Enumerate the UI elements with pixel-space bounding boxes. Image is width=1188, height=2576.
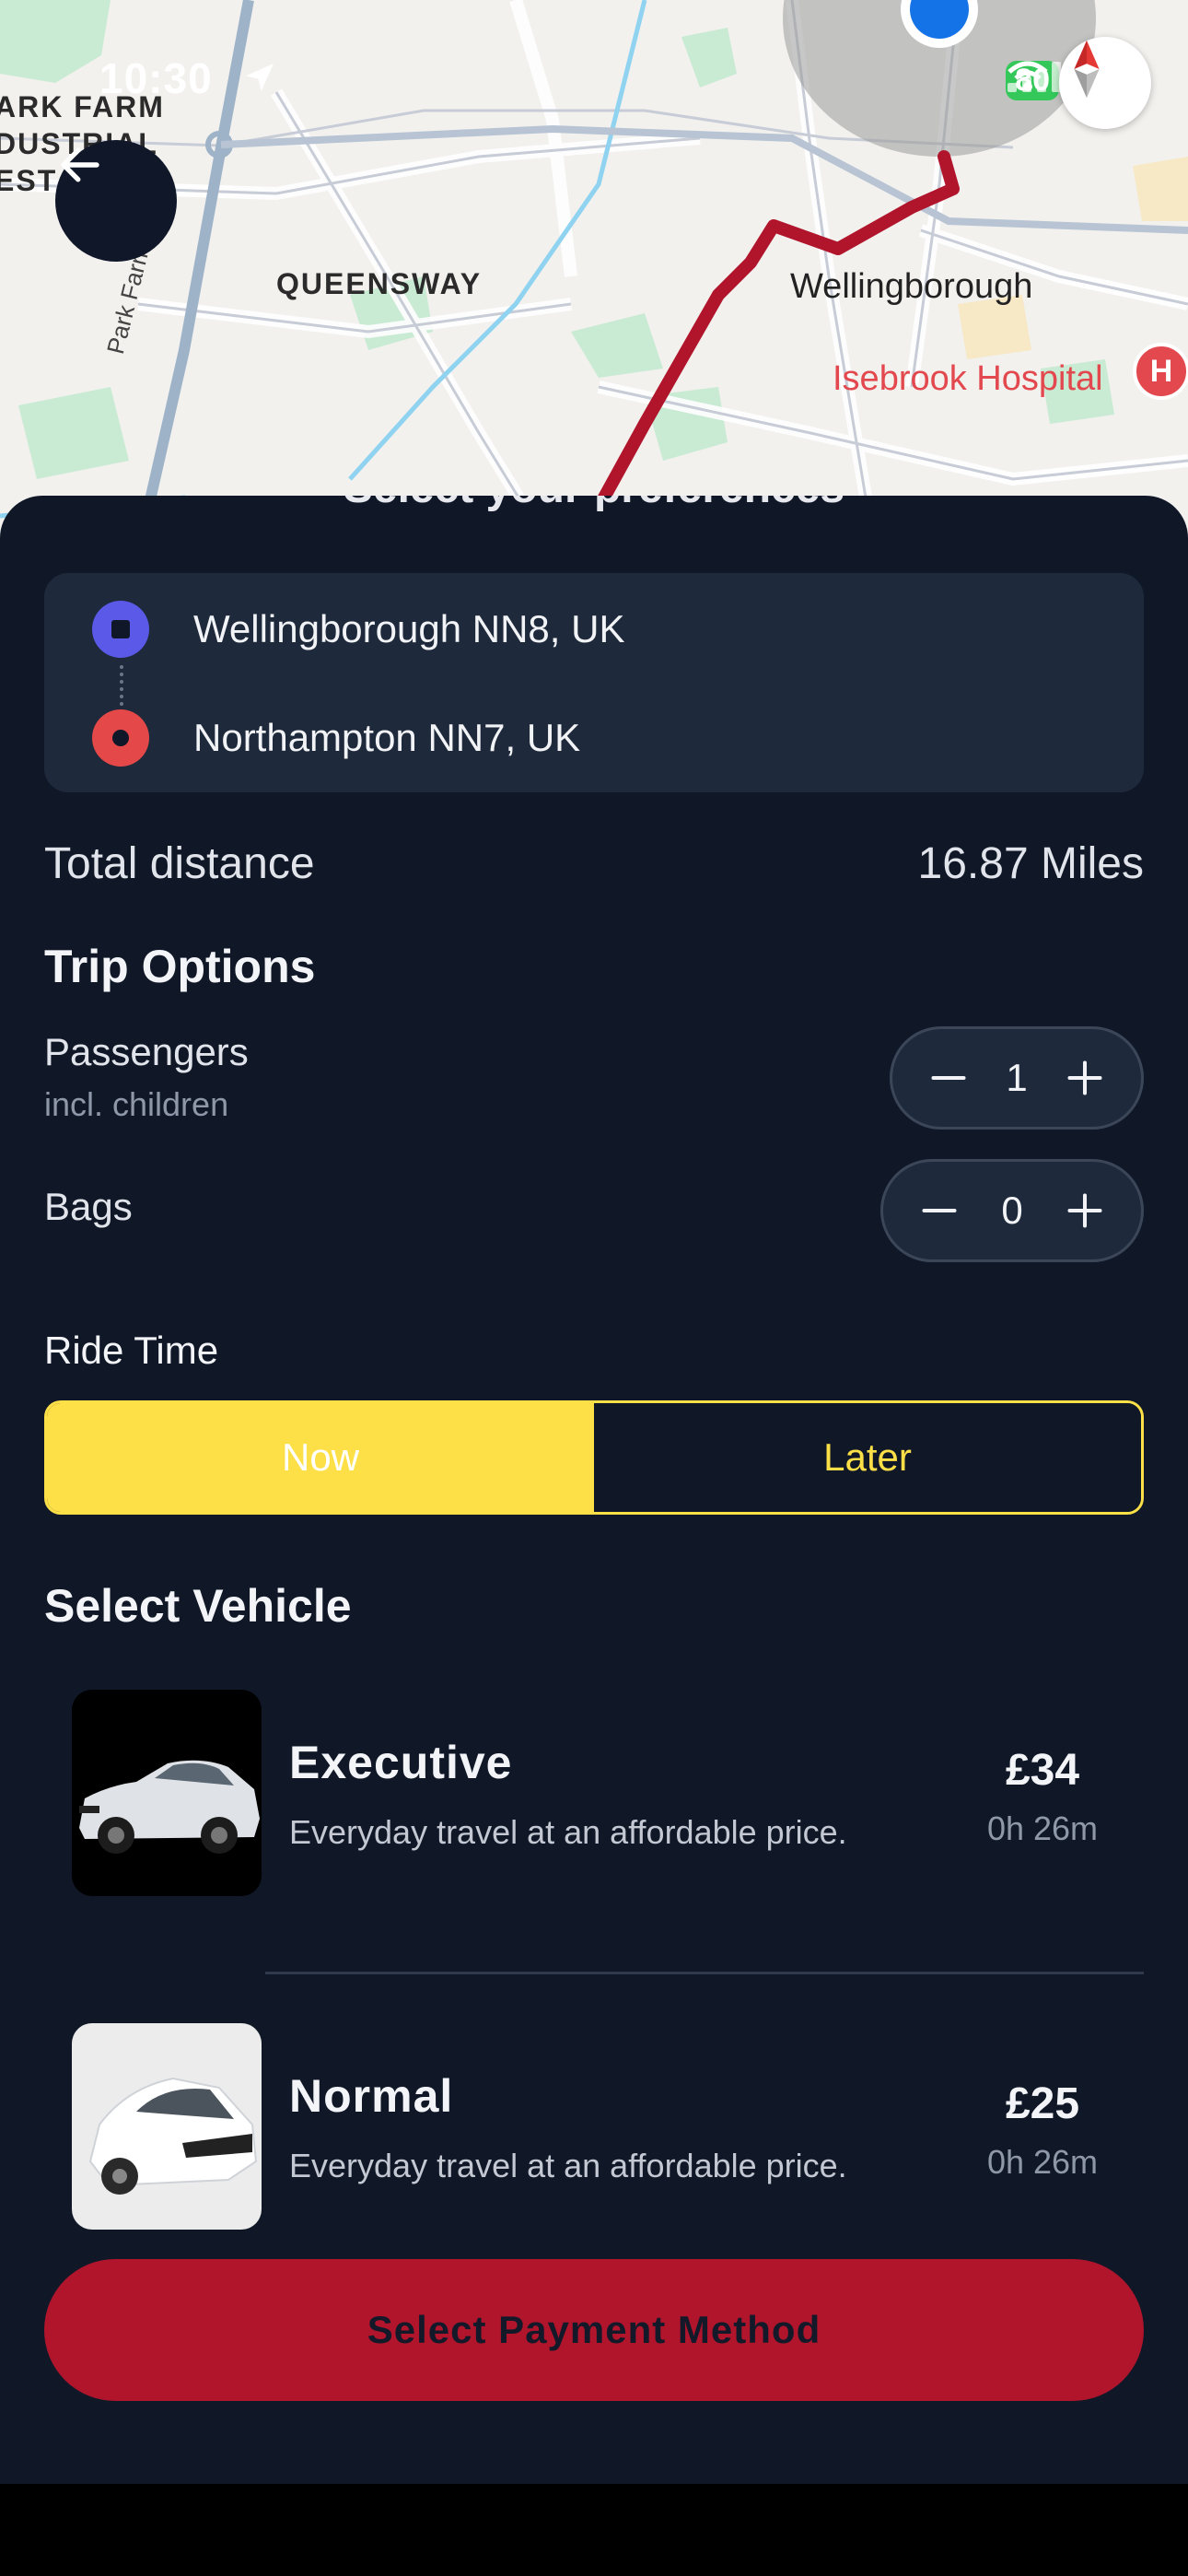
ride-time-title: Ride Time (44, 1329, 219, 1372)
status-icons: 80 (1006, 61, 1062, 100)
home-indicator-area (0, 2484, 1188, 2576)
bags-increment-button[interactable] (1060, 1186, 1110, 1235)
ride-time-later-option[interactable]: Later (594, 1403, 1141, 1512)
status-time: 10:30 (99, 54, 213, 102)
vehicle-eta: 0h 26m (986, 2143, 1099, 2181)
wifi-icon (1007, 61, 1048, 91)
select-payment-method-button[interactable]: Select Payment Method (44, 2259, 1144, 2401)
select-vehicle-title: Select Vehicle (44, 1580, 352, 1632)
destination-address: Northampton NN7, UK (193, 716, 581, 759)
vehicle-thumbnail (72, 2023, 262, 2230)
vehicle-name: Normal (289, 2070, 454, 2122)
passengers-sublabel: incl. children (44, 1085, 229, 1123)
bags-stepper[interactable]: 0 (880, 1159, 1144, 1262)
bags-label: Bags (44, 1185, 133, 1228)
destination-marker-icon (92, 709, 149, 767)
map-label-queensway: QUEENSWAY (276, 267, 483, 300)
route-destination[interactable]: Northampton NN7, UK (44, 709, 580, 767)
arrow-left-icon (61, 147, 99, 182)
vehicle-description: Everyday travel at an affordable price. (289, 2147, 847, 2184)
minus-icon (931, 1075, 966, 1081)
vehicle-price: £25 (1005, 2079, 1080, 2128)
vehicle-option-normal[interactable]: Normal Everyday travel at an affordable … (0, 2023, 1188, 2235)
car-image-icon (88, 2077, 258, 2195)
total-distance-label: Total distance (44, 839, 315, 888)
vehicle-name: Executive (289, 1737, 513, 1788)
map-label-hospital[interactable]: Isebrook Hospital (833, 359, 1103, 399)
bags-decrement-button[interactable] (914, 1186, 964, 1235)
vehicle-description: Everyday travel at an affordable price. (289, 1813, 847, 1851)
bags-count: 0 (1001, 1188, 1023, 1232)
passengers-label: Passengers (44, 1030, 249, 1073)
hospital-badge-letter: H (1149, 353, 1173, 389)
vehicle-divider (265, 1972, 1144, 1974)
trip-preferences-sheet: Select your preferences Wellingborough N… (0, 496, 1188, 2484)
route-origin[interactable]: Wellingborough NN8, UK (44, 601, 624, 658)
minus-icon (922, 1208, 957, 1213)
passengers-increment-button[interactable] (1060, 1053, 1110, 1103)
plus-icon (1067, 1193, 1102, 1228)
trip-options-title: Trip Options (44, 941, 316, 992)
vehicle-price: £34 (1005, 1746, 1080, 1795)
plus-icon (1067, 1060, 1102, 1095)
compass-icon (1074, 40, 1100, 99)
route-card[interactable]: Wellingborough NN8, UK Northampton NN7, … (44, 573, 1144, 792)
passengers-stepper[interactable]: 1 (890, 1026, 1144, 1130)
ride-time-now-option[interactable]: Now (47, 1403, 594, 1512)
ride-time-toggle[interactable]: Now Later (44, 1400, 1144, 1515)
hospital-icon[interactable]: H (1133, 343, 1188, 400)
origin-marker-icon (92, 601, 149, 658)
vehicle-thumbnail (72, 1690, 262, 1896)
map-view[interactable]: ARK FARM DUSTRIAL EST QUEENSWAY Park Far… (0, 0, 1188, 553)
origin-address: Wellingborough NN8, UK (193, 607, 625, 650)
sheet-title: Select your preferences (0, 496, 1188, 513)
passengers-decrement-button[interactable] (924, 1053, 973, 1103)
back-button[interactable] (55, 140, 177, 262)
vehicle-option-executive[interactable]: Executive Everyday travel at an affordab… (0, 1690, 1188, 1902)
passengers-count: 1 (1006, 1056, 1028, 1099)
total-distance-value: 16.87 Miles (917, 839, 1144, 888)
compass-button[interactable] (1059, 37, 1151, 129)
car-image-icon (79, 1760, 260, 1854)
vehicle-eta: 0h 26m (986, 1809, 1099, 1847)
map-label-town: Wellingborough (790, 267, 1033, 306)
